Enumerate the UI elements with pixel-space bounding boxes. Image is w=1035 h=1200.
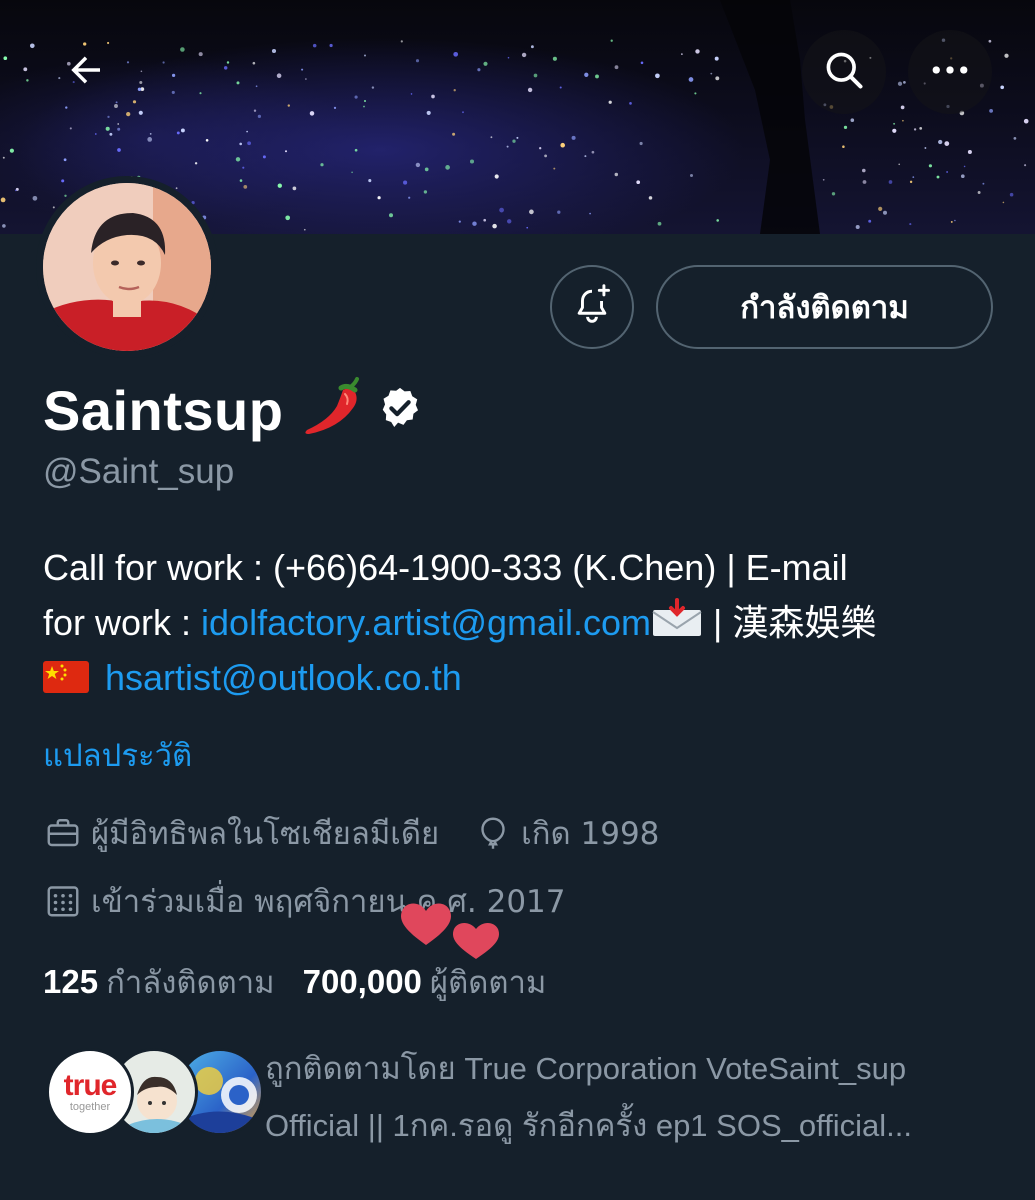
true-logo: true xyxy=(63,1069,118,1102)
more-button[interactable] xyxy=(908,30,992,114)
heart-stickers-icon xyxy=(396,897,506,965)
bell-plus-icon xyxy=(570,283,614,331)
followed-by-avatars[interactable]: true together xyxy=(46,1048,264,1140)
following-stat[interactable]: 125 กำลังติดตาม xyxy=(43,957,275,1007)
avatar-photo xyxy=(43,183,211,351)
bio: Call for work : (+66)64-1900-333 (K.Chen… xyxy=(43,540,1003,705)
verified-badge-icon xyxy=(377,385,423,435)
notify-button[interactable] xyxy=(550,265,634,349)
arrow-left-icon xyxy=(65,49,107,95)
calendar-icon xyxy=(45,883,81,919)
next-content-peek xyxy=(40,1190,1000,1200)
email-link-1[interactable]: idolfactory.artist@gmail.com xyxy=(201,602,651,643)
avatar[interactable] xyxy=(36,176,218,358)
profile-category: ผู้มีอิทธิพลในโซเชียลมีเดีย xyxy=(91,816,440,852)
bio-line-3: hsartist@outlook.co.th xyxy=(43,650,1003,705)
bio-text: for work : xyxy=(43,602,202,643)
birth-date: เกิด 1998 xyxy=(521,816,660,852)
followers-label: ผู้ติดตาม xyxy=(429,965,547,1001)
bio-line-2: for work : idolfactory.artist@gmail.com … xyxy=(43,595,1003,650)
followers-stat[interactable]: 700,000 ผู้ติดตาม xyxy=(303,957,547,1007)
email-link-2[interactable]: hsartist@outlook.co.th xyxy=(105,657,462,698)
chili-pepper-icon xyxy=(299,376,363,444)
search-button[interactable] xyxy=(802,30,886,114)
china-flag-icon xyxy=(43,653,89,708)
display-name: Saintsup xyxy=(43,378,284,442)
true-logo-tagline: together xyxy=(69,1101,111,1113)
followed-by-line-2: Official || 1กค.รอดู รักอีกครั้ง ep1 SOS… xyxy=(265,1108,913,1143)
avatar: true together xyxy=(46,1048,134,1136)
translate-bio-link[interactable]: แปลประวัติ xyxy=(43,730,192,780)
bio-line-1: Call for work : (+66)64-1900-333 (K.Chen… xyxy=(43,547,848,588)
balloon-icon xyxy=(475,815,511,851)
bio-text: | 漢森娛樂 xyxy=(703,602,877,643)
profile-page: กำลังติดตาม Saintsup @Saint_sup Call for… xyxy=(0,0,1035,1200)
search-icon xyxy=(822,48,866,96)
follow-stats: 125 กำลังติดตาม 700,000 ผู้ติดตาม xyxy=(43,957,546,1007)
envelope-arrow-icon xyxy=(651,597,703,653)
following-count: 125 xyxy=(43,963,99,1000)
profile-meta-row-1: ผู้มีอิทธิพลในโซเชียลมีเดีย เกิด 1998 xyxy=(45,808,659,858)
followers-count: 700,000 xyxy=(302,963,422,1000)
following-label: กำลังติดตาม xyxy=(106,965,275,1001)
more-horizontal-icon xyxy=(928,48,972,96)
followed-by-text[interactable]: ถูกติดตามโดย True Corporation VoteSaint_… xyxy=(265,1040,995,1154)
handle: @Saint_sup xyxy=(43,452,235,491)
followed-by-line-1: ถูกติดตามโดย True Corporation VoteSaint_… xyxy=(265,1051,907,1086)
following-button[interactable]: กำลังติดตาม xyxy=(656,265,993,349)
briefcase-icon xyxy=(45,815,81,851)
name-row: Saintsup xyxy=(43,375,423,445)
back-button[interactable] xyxy=(44,30,128,114)
